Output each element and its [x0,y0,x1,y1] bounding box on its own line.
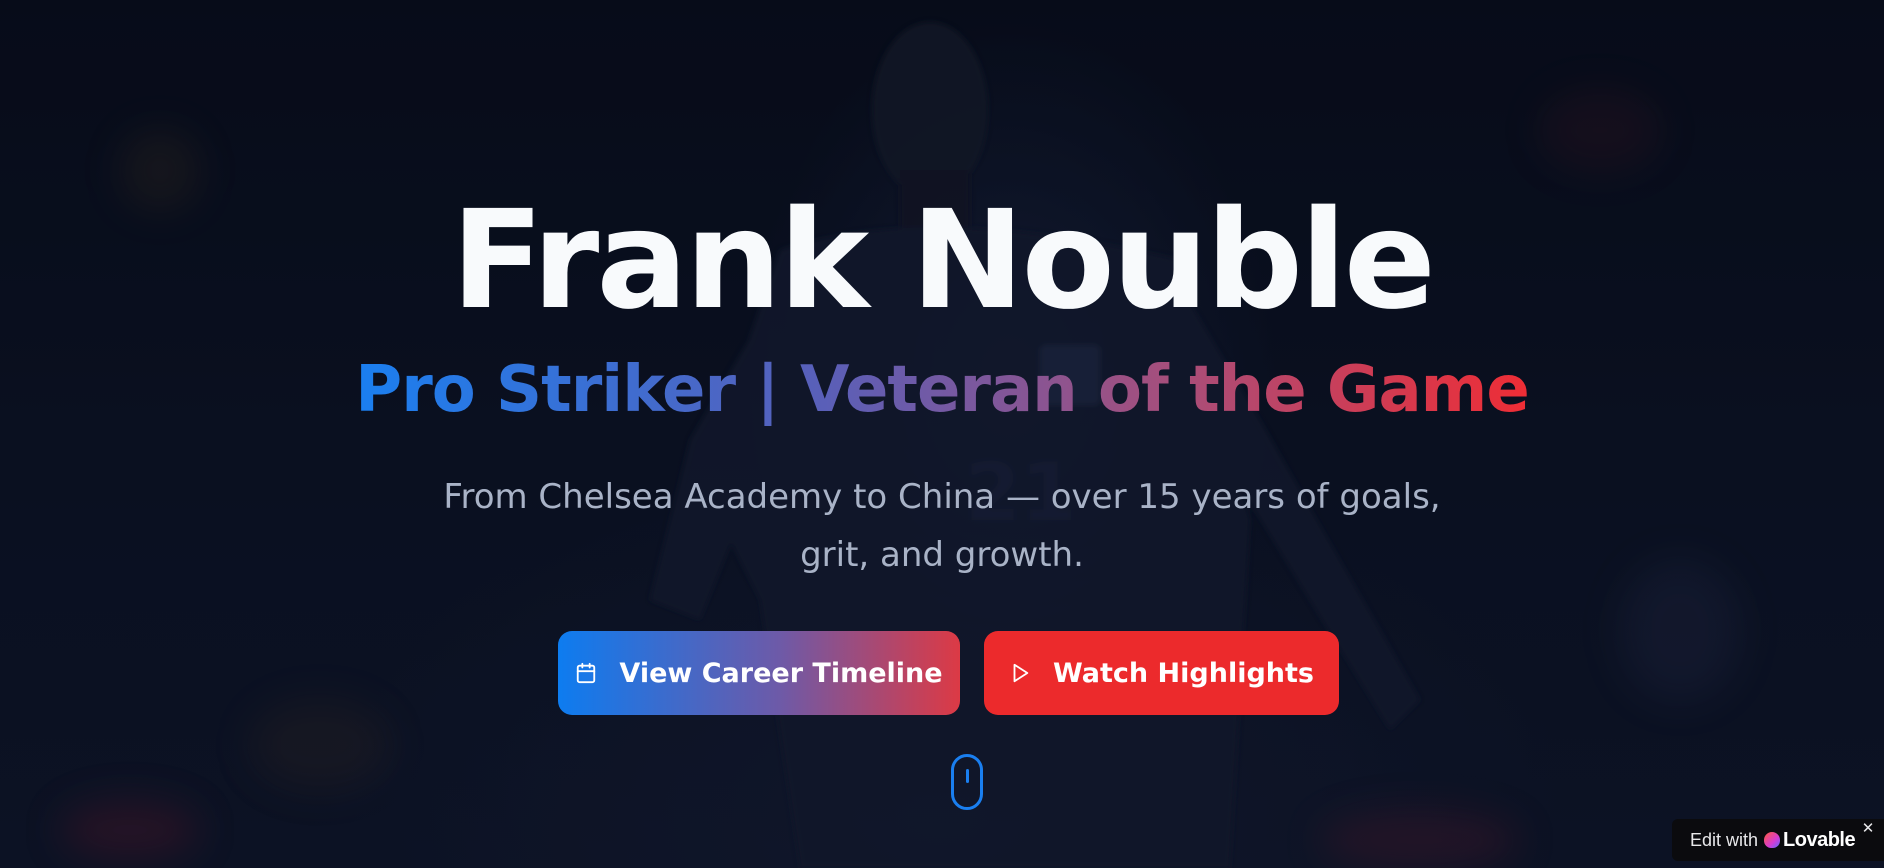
play-icon [1009,662,1031,684]
view-career-timeline-button[interactable]: View Career Timeline [558,631,960,715]
player-name-heading: Frank Nouble [451,182,1436,340]
badge-brand: Lovable [1783,828,1856,851]
watch-highlights-button[interactable]: Watch Highlights [984,631,1339,715]
mouse-scroll-wheel [966,769,969,783]
calendar-icon [575,662,597,684]
watch-highlights-label: Watch Highlights [1052,657,1314,689]
player-subtitle-text: Pro Striker | Veteran of the Game [355,353,1529,427]
hero-content: Frank Nouble Pro Striker | Veteran of th… [0,0,1884,868]
mouse-scroll-icon[interactable] [951,754,983,810]
player-subtitle: Pro Striker | Veteran of the Game [0,350,1884,430]
view-career-timeline-label: View Career Timeline [619,657,943,689]
close-icon[interactable]: ✕ [1860,820,1876,836]
player-description: From Chelsea Academy to China — over 15 … [443,477,1441,575]
hero-section: 21 Frank Nouble Pro Striker | Veteran of… [0,0,1884,868]
edit-with-lovable-badge[interactable]: Edit with Lovable [1672,819,1884,861]
lovable-heart-icon [1764,832,1781,848]
badge-prefix: Edit with [1690,829,1759,850]
